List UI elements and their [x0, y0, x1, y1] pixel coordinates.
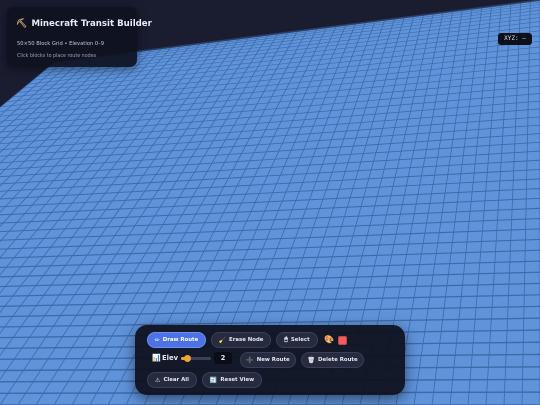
trash-icon: 🗑	[307, 356, 315, 364]
route-color-swatch[interactable]	[338, 336, 347, 345]
app-title: ⛏ Minecraft Transit Builder	[16, 19, 152, 29]
reset-view-label: Reset View	[220, 377, 255, 383]
usage-hint: Click blocks to place route nodes	[17, 54, 97, 59]
eraser-icon: 🧹	[218, 336, 227, 344]
info-panel: ⛏ Minecraft Transit Builder 50×50 Block …	[7, 7, 152, 67]
elevation-slider[interactable]	[181, 355, 211, 362]
clear-all-button[interactable]: ⚠ Clear All	[147, 372, 197, 388]
mouse-icon: 🖱	[284, 336, 288, 343]
elevation-label: Elev	[162, 354, 179, 362]
pencil-icon: ✏	[154, 336, 160, 344]
clear-all-label: Clear All	[163, 377, 189, 383]
erase-node-button[interactable]: 🧹 Erase Node	[211, 332, 271, 348]
warning-icon: ⚠	[155, 376, 161, 384]
delete-route-button[interactable]: 🗑 Delete Route	[301, 352, 364, 368]
select-button[interactable]: 🖱 Select	[276, 332, 318, 348]
pickaxe-icon: ⛏	[16, 19, 28, 29]
select-label: Select	[290, 337, 310, 343]
palette-icon: 🎨	[324, 335, 334, 344]
coordinate-readout: XYZ: —	[498, 33, 532, 45]
draw-route-button[interactable]: ✏ Draw Route	[147, 332, 206, 348]
elevation-value: 2	[214, 352, 232, 364]
new-route-label: New Route	[256, 357, 290, 363]
tool-panel: ✏ Draw Route 🧹 Erase Node 🖱 Select 🎨 📊 E…	[135, 325, 405, 395]
draw-route-label: Draw Route	[162, 337, 199, 343]
new-route-button[interactable]: ➕ New Route	[240, 352, 296, 368]
delete-route-label: Delete Route	[317, 357, 358, 363]
app-title-text: Minecraft Transit Builder	[31, 19, 152, 29]
grid-description: 50×50 Block Grid • Elevation 0–9	[17, 41, 105, 47]
refresh-icon: 🔄	[209, 376, 218, 384]
erase-node-label: Erase Node	[229, 337, 264, 343]
reset-view-button[interactable]: 🔄 Reset View	[202, 372, 262, 388]
plus-icon: ➕	[246, 356, 254, 364]
bar-chart-icon: 📊	[152, 354, 161, 362]
elevation-slider-thumb[interactable]	[184, 355, 192, 362]
